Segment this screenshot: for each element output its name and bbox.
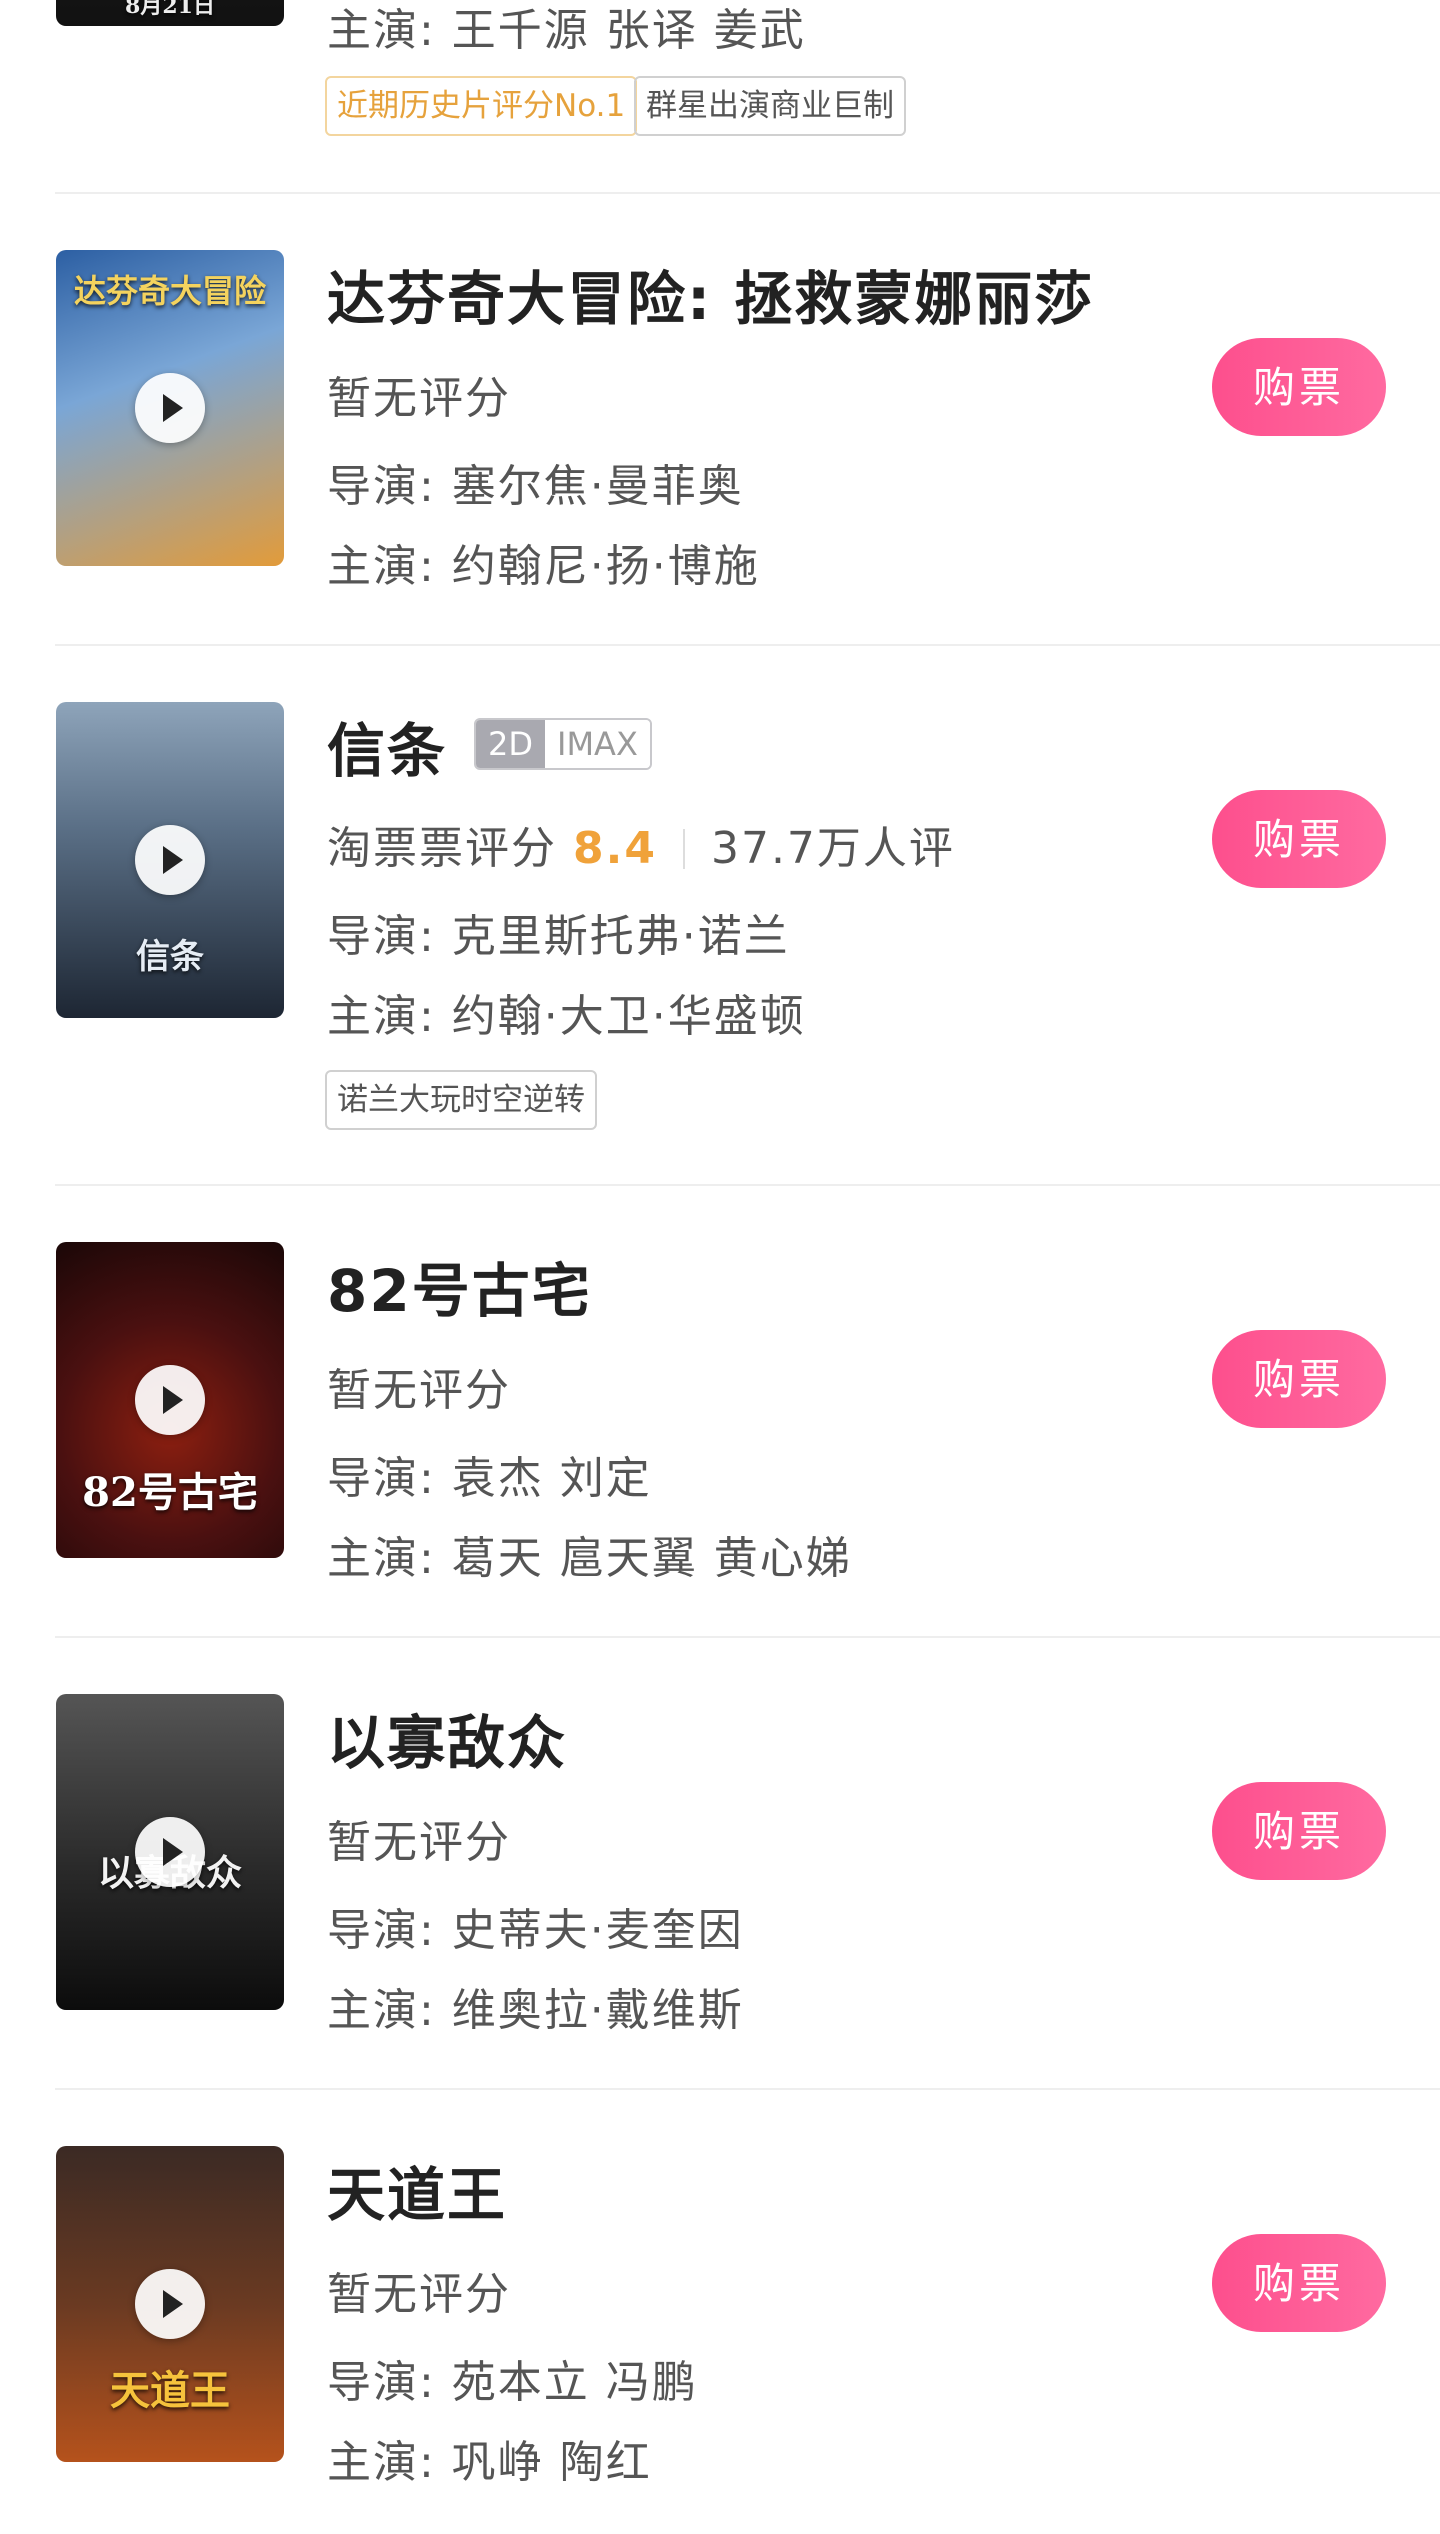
cast-line: 主演: 约翰尼·扬·博施 [327, 541, 760, 592]
movie-title[interactable]: 以寡敌众 [327, 1696, 567, 1780]
poster-caption: 信条 [136, 937, 204, 977]
cast-line: 主演: 维奥拉·戴维斯 [327, 1985, 744, 2036]
movie-title[interactable]: 信条 [327, 704, 447, 788]
movie-title[interactable]: 82号古宅 [327, 1244, 592, 1328]
rating-text: 暂无评分 [327, 1365, 511, 1416]
rating-label: 淘票票评分 [327, 823, 557, 874]
movie-item[interactable]: 天道王 天道王 暂无评分 导演: 苑本立 冯鹏 主演: 巩峥 陶红 购票 [0, 2090, 1440, 2534]
director-line: 导演: 史蒂夫·麦奎因 [327, 1905, 744, 1956]
movie-poster[interactable]: 信条 [56, 702, 284, 1018]
cast-line: 主演: 葛天 扈天翼 黄心娣 [327, 1533, 852, 1584]
tag-history-rating: 近期历史片评分No.1 [325, 76, 638, 136]
badge-2d: 2D [476, 720, 545, 768]
tag-time-inversion: 诺兰大玩时空逆转 [325, 1070, 597, 1130]
rating-row: 淘票票评分 8.4 37.7万人评 [327, 812, 955, 876]
poster-caption: 达芬奇大冒险 [73, 272, 266, 310]
movie-list: 8月21日 主演: 王千源 张译 姜武 近期历史片评分No.1 群星出演商业巨制… [0, 0, 1440, 2534]
movie-poster[interactable]: 达芬奇大冒险 [56, 250, 284, 566]
rating-count: 37.7万人评 [710, 823, 955, 874]
buy-ticket-button[interactable]: 购票 [1212, 790, 1386, 888]
play-icon[interactable] [135, 2269, 205, 2339]
buy-ticket-button[interactable]: 购票 [1212, 338, 1386, 436]
buy-ticket-button[interactable]: 购票 [1212, 2234, 1386, 2332]
movie-poster[interactable]: 天道王 [56, 2146, 284, 2462]
movie-poster[interactable]: 8月21日 [56, 0, 284, 26]
poster-caption: 82号古宅 [82, 1469, 258, 1516]
movie-item-partial[interactable]: 8月21日 主演: 王千源 张译 姜武 近期历史片评分No.1 群星出演商业巨制 [0, 0, 1440, 192]
director-line: 导演: 袁杰 刘定 [327, 1453, 652, 1504]
play-icon[interactable] [135, 373, 205, 443]
movie-item[interactable]: 以寡敌众 以寡敌众 暂无评分 导演: 史蒂夫·麦奎因 主演: 维奥拉·戴维斯 购… [0, 1638, 1440, 2088]
movie-title[interactable]: 达芬奇大冒险: 拯救蒙娜丽莎 [327, 252, 1094, 336]
movie-item[interactable]: 信条 信条 2D IMAX 淘票票评分 8.4 37.7万人评 导演: 克里斯托弗… [0, 646, 1440, 1184]
buy-ticket-button[interactable]: 购票 [1212, 1330, 1386, 1428]
cast-line: 主演: 王千源 张译 姜武 [327, 5, 806, 56]
director-line: 导演: 塞尔焦·曼菲奥 [327, 461, 744, 512]
play-icon[interactable] [135, 825, 205, 895]
rating-separator [682, 829, 685, 869]
poster-caption: 天道王 [110, 2367, 230, 2414]
movie-poster[interactable]: 以寡敌众 [56, 1694, 284, 2010]
buy-ticket-button[interactable]: 购票 [1212, 1782, 1386, 1880]
play-icon[interactable] [135, 1817, 205, 1887]
format-badges: 2D IMAX [474, 718, 652, 770]
rating-score: 8.4 [573, 823, 657, 874]
movie-item[interactable]: 达芬奇大冒险 达芬奇大冒险: 拯救蒙娜丽莎 暂无评分 导演: 塞尔焦·曼菲奥 主… [0, 194, 1440, 644]
rating-text: 暂无评分 [327, 2269, 511, 2320]
rating-text: 暂无评分 [327, 1817, 511, 1868]
play-icon[interactable] [135, 1365, 205, 1435]
badge-imax: IMAX [545, 720, 650, 768]
director-line: 导演: 苑本立 冯鹏 [327, 2357, 698, 2408]
cast-line: 主演: 巩峥 陶红 [327, 2437, 652, 2488]
cast-line: 主演: 约翰·大卫·华盛顿 [327, 991, 806, 1042]
movie-poster[interactable]: 82号古宅 [56, 1242, 284, 1558]
poster-caption: 8月21日 [125, 0, 215, 19]
movie-title[interactable]: 天道王 [327, 2148, 507, 2232]
rating-text: 暂无评分 [327, 373, 511, 424]
director-line: 导演: 克里斯托弗·诺兰 [327, 911, 790, 962]
movie-item[interactable]: 82号古宅 82号古宅 暂无评分 导演: 袁杰 刘定 主演: 葛天 扈天翼 黄心… [0, 1186, 1440, 1636]
tag-star-cast: 群星出演商业巨制 [634, 76, 906, 136]
